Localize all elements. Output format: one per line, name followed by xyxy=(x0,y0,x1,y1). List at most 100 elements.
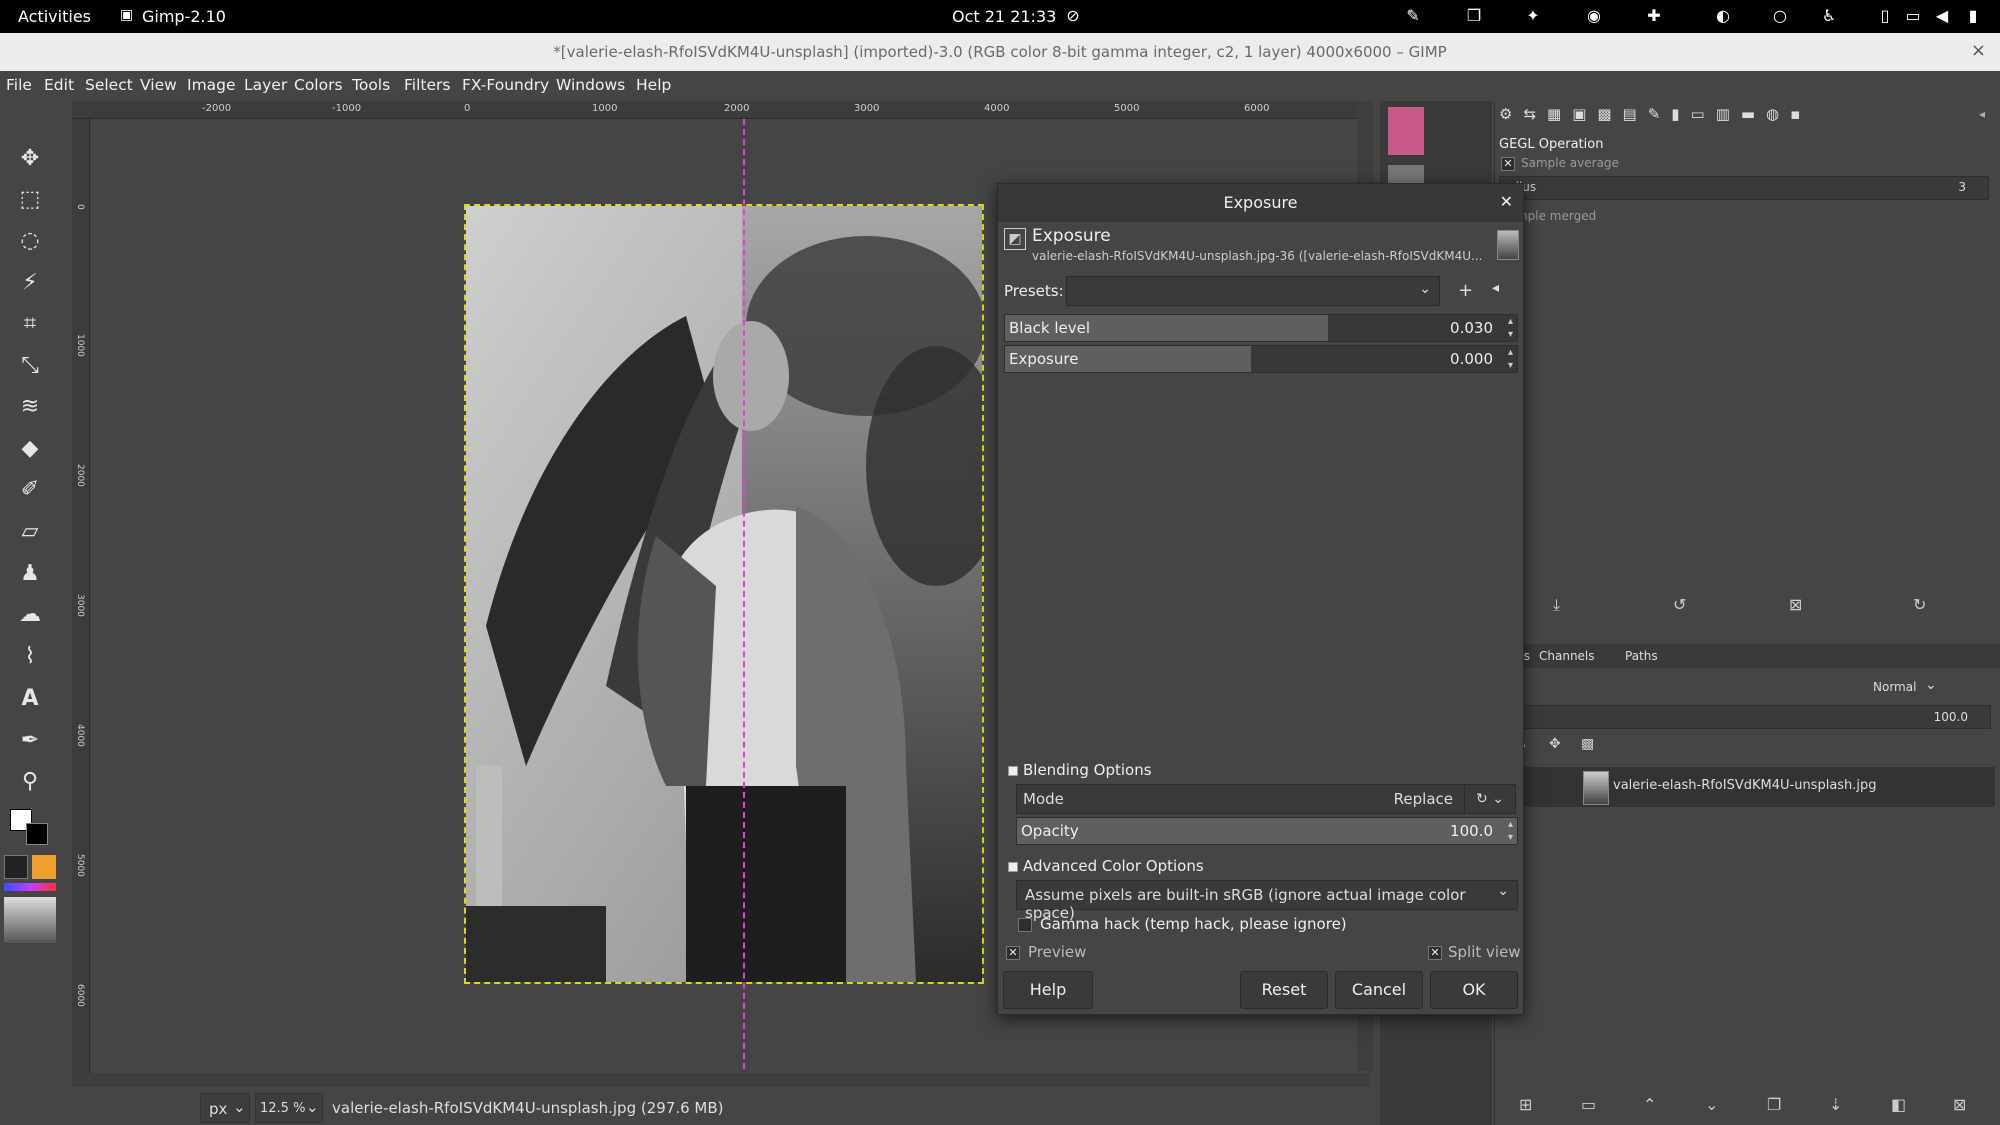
menu-view[interactable]: View xyxy=(140,76,177,94)
duplicate-layer-icon[interactable]: ❐ xyxy=(1767,1095,1781,1114)
blending-options-label[interactable]: Blending Options xyxy=(1023,761,1152,779)
reset-button[interactable]: Reset xyxy=(1240,971,1328,1009)
gradient-preview[interactable] xyxy=(4,883,56,891)
menu-help[interactable]: Help xyxy=(636,76,671,94)
accessibility-icon[interactable]: ♿ xyxy=(1818,5,1840,27)
smudge-tool-icon[interactable]: ☁ xyxy=(14,599,46,631)
display-icon[interactable]: ▭ xyxy=(1902,5,1924,27)
paths-tool-icon[interactable]: ⌇ xyxy=(14,641,46,673)
close-window-button[interactable]: × xyxy=(1971,40,1986,61)
menu-select[interactable]: Select xyxy=(85,76,133,94)
menu-colors[interactable]: Colors xyxy=(294,76,343,94)
battery-icon[interactable]: ▮ xyxy=(1962,5,1984,27)
zoom-tool-icon[interactable]: ⚲ xyxy=(14,766,46,798)
preview-checkbox[interactable]: ✕ xyxy=(1006,946,1020,960)
circle-icon[interactable]: ○ xyxy=(1769,5,1791,27)
menu-edit[interactable]: Edit xyxy=(44,76,74,94)
new-layer-icon[interactable]: ⊞ xyxy=(1519,1095,1532,1114)
layer-mode-row[interactable]: de Normal ⌄ xyxy=(1495,675,2000,701)
menu-filters[interactable]: Filters xyxy=(404,76,450,94)
puzzle-icon[interactable]: ✚ xyxy=(1643,5,1665,27)
spin-arrows-icon[interactable]: ▴ ▾ xyxy=(1508,315,1513,341)
reset-icon[interactable]: ↺ xyxy=(1673,595,1686,614)
dialog-close-icon[interactable]: ✕ xyxy=(1500,192,1513,211)
color-picker-icon[interactable]: ✎ xyxy=(1402,5,1424,27)
menu-image[interactable]: Image xyxy=(187,76,236,94)
menu-fx-foundry[interactable]: FX-Foundry xyxy=(462,76,549,94)
gamma-hack-checkbox[interactable] xyxy=(1018,918,1032,932)
spin-arrows-icon[interactable]: ▴ ▾ xyxy=(1508,346,1513,372)
horizontal-scrollbar[interactable] xyxy=(72,1073,1370,1087)
volume-icon[interactable]: ◀ xyxy=(1931,5,1953,27)
merge-layer-icon[interactable]: ⇣ xyxy=(1829,1095,1842,1114)
tab-paths[interactable]: Paths xyxy=(1625,649,1658,663)
thumbnail-image[interactable] xyxy=(1388,165,1424,183)
bucket-fill-tool-icon[interactable]: ◆ xyxy=(14,433,46,465)
pattern-preview[interactable] xyxy=(32,855,56,879)
blend-mode-dropdown[interactable]: Mode Replace ⌄ xyxy=(1016,784,1484,814)
brush-preview[interactable] xyxy=(4,855,28,879)
collapse-icon[interactable] xyxy=(1008,862,1018,872)
new-group-icon[interactable]: ▭ xyxy=(1581,1095,1596,1114)
vertical-guide[interactable] xyxy=(743,119,745,1069)
image-photo[interactable] xyxy=(464,204,984,984)
clock[interactable]: Oct 21 21:33 xyxy=(952,7,1056,26)
tray-icon[interactable]: ◉ xyxy=(1583,5,1605,27)
composite-mode-button[interactable]: ↻ ⌄ xyxy=(1464,784,1516,814)
sample-average-checkbox[interactable]: ✕ xyxy=(1501,157,1515,171)
lasso-tool-icon[interactable]: ◌ xyxy=(14,225,46,257)
refresh-icon[interactable]: ↻ xyxy=(1913,595,1926,614)
dock-menu-icon[interactable]: ◂ xyxy=(1979,107,1985,121)
mask-layer-icon[interactable]: ◧ xyxy=(1891,1095,1906,1114)
copy-icon[interactable]: ❐ xyxy=(1463,5,1485,27)
image-thumbnail[interactable] xyxy=(4,897,56,943)
help-button[interactable]: Help xyxy=(1003,971,1093,1009)
menu-tools[interactable]: Tools xyxy=(352,76,390,94)
color-space-dropdown[interactable]: Assume pixels are built-in sRGB (ignore … xyxy=(1016,880,1518,922)
split-view-checkbox[interactable]: ✕ xyxy=(1428,946,1442,960)
crop-tool-icon[interactable]: ⌗ xyxy=(14,308,46,340)
thumbnail-image[interactable] xyxy=(1388,107,1424,155)
spin-arrows-icon[interactable]: ▴ ▾ xyxy=(1508,818,1513,844)
delete-layer-icon[interactable]: ⊠ xyxy=(1953,1095,1966,1114)
clone-tool-icon[interactable]: ♟ xyxy=(14,558,46,590)
app-menu[interactable]: Gimp-2.10 xyxy=(142,7,226,26)
dock-tab-icons[interactable]: ⚙⇆▦▣▩▤✎▮▭▥▬◍▪ xyxy=(1499,105,1839,131)
preset-menu-icon[interactable]: ◂ xyxy=(1492,280,1499,296)
ok-button[interactable]: OK xyxy=(1430,971,1518,1009)
phone-icon[interactable]: ▯ xyxy=(1874,5,1896,27)
unit-selector[interactable]: px ⌄ xyxy=(200,1093,250,1123)
menu-file[interactable]: File xyxy=(6,76,32,94)
eraser-tool-icon[interactable]: ▱ xyxy=(14,516,46,548)
layer-row[interactable]: valerie-elash-RfoISVdKM4U-unsplash.jpg xyxy=(1495,767,1995,807)
menu-layer[interactable]: Layer xyxy=(244,76,287,94)
blend-opacity-slider[interactable]: Opacity 100.0 ▴ ▾ xyxy=(1016,817,1518,845)
radius-slider[interactable]: adius 3 xyxy=(1499,176,1989,200)
warp-tool-icon[interactable]: ≋ xyxy=(14,391,46,423)
move-tool-icon[interactable]: ✥ xyxy=(14,143,46,175)
lock-position-icon[interactable]: ✥ xyxy=(1549,736,1561,752)
color-picker-tool-icon[interactable]: ✒ xyxy=(14,725,46,757)
cancel-button[interactable]: Cancel xyxy=(1335,971,1423,1009)
text-tool-icon[interactable]: A xyxy=(14,683,46,715)
collapse-icon[interactable] xyxy=(1008,766,1018,776)
menu-windows[interactable]: Windows xyxy=(556,76,625,94)
steam-icon[interactable]: ◐ xyxy=(1712,5,1734,27)
exposure-slider[interactable]: Exposure 0.000 ▴ ▾ xyxy=(1004,345,1518,373)
background-color-swatch[interactable] xyxy=(26,823,48,845)
zoom-selector[interactable]: 12.5 % ⌄ xyxy=(255,1093,323,1123)
presets-dropdown[interactable]: ⌄ xyxy=(1066,276,1440,306)
raise-layer-icon[interactable]: ⌃ xyxy=(1643,1095,1656,1114)
lock-alpha-icon[interactable]: ▩ xyxy=(1581,736,1594,752)
delete-icon[interactable]: ⊠ xyxy=(1789,595,1802,614)
fuzzy-select-tool-icon[interactable]: ⚡ xyxy=(14,267,46,299)
activities-button[interactable]: Activities xyxy=(18,7,91,26)
transform-tool-icon[interactable]: ⤡ xyxy=(14,350,46,382)
layer-opacity-slider[interactable]: city 100.0 xyxy=(1495,705,1991,729)
tab-channels[interactable]: Channels xyxy=(1539,649,1595,663)
advanced-color-options-label[interactable]: Advanced Color Options xyxy=(1023,857,1204,875)
black-level-slider[interactable]: Black level 0.030 ▴ ▾ xyxy=(1004,314,1518,342)
rect-select-tool-icon[interactable]: ⬚ xyxy=(14,184,46,216)
lower-layer-icon[interactable]: ⌄ xyxy=(1705,1095,1718,1114)
paintbrush-tool-icon[interactable]: ✐ xyxy=(14,474,46,506)
